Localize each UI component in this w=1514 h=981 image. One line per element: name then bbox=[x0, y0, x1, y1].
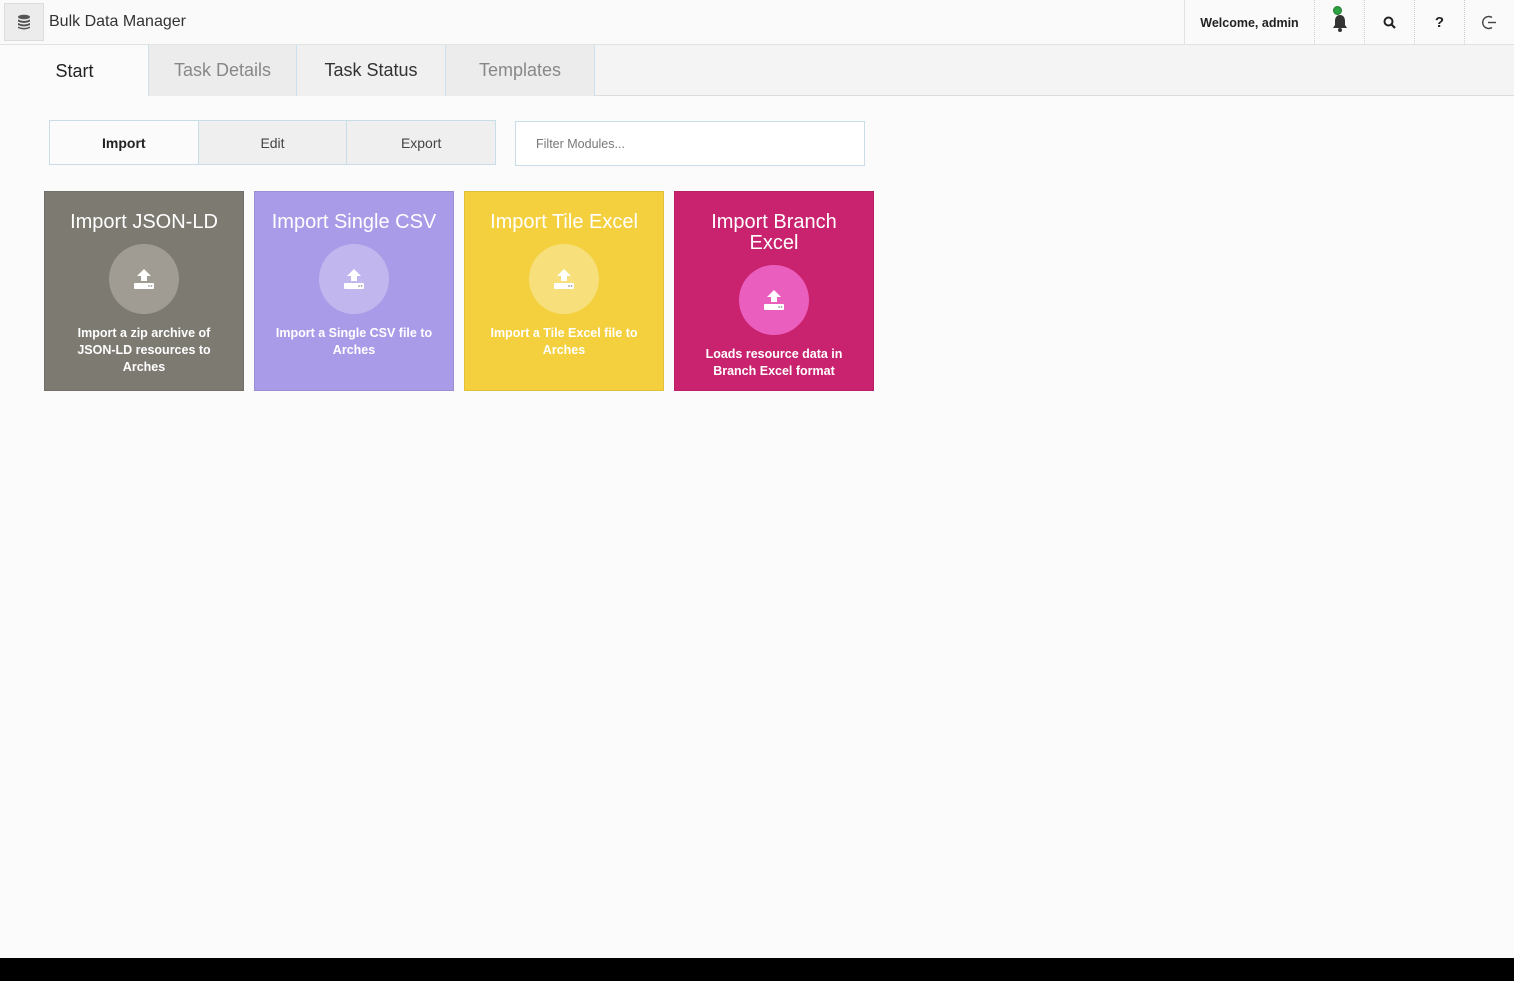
card-import-tile-excel[interactable]: Import Tile Excel Import a Tile Excel fi… bbox=[464, 191, 664, 391]
database-icon[interactable] bbox=[4, 3, 44, 41]
tab-templates-label: Templates bbox=[478, 60, 562, 80]
import-toggle-button[interactable]: Import bbox=[50, 121, 198, 164]
card-description: Loads resource data in Branch Excel form… bbox=[705, 347, 843, 378]
card-description: Import a Tile Excel file to Arches bbox=[490, 326, 638, 357]
card-title: Import Tile Excel bbox=[490, 211, 638, 233]
card-description: Import a Single CSV file to Arches bbox=[275, 326, 433, 357]
help-icon: ? bbox=[1434, 14, 1445, 31]
card-description: Import a zip archive of JSON-LD resource… bbox=[77, 326, 211, 374]
app-title: Bulk Data Manager bbox=[49, 13, 186, 30]
top-header: Bulk Data Manager Welcome, admin ? bbox=[0, 0, 1514, 45]
notifications-button[interactable] bbox=[1314, 0, 1364, 45]
tab-templates[interactable]: Templates bbox=[445, 45, 595, 96]
search-icon bbox=[1383, 16, 1396, 29]
tab-task-details[interactable]: Task Details bbox=[148, 45, 297, 96]
export-toggle-button[interactable]: Export bbox=[346, 121, 496, 164]
card-title: Import JSON-LD bbox=[70, 211, 218, 233]
upload-icon bbox=[529, 244, 599, 314]
upload-icon bbox=[319, 244, 389, 314]
upload-icon bbox=[739, 265, 809, 335]
tab-bar: Start Task Details Task Status Templates bbox=[0, 45, 1514, 97]
card-title: Import Single CSV bbox=[271, 211, 437, 233]
notification-indicator bbox=[1333, 6, 1342, 15]
tab-start[interactable]: Start bbox=[0, 45, 149, 97]
bell-icon bbox=[1332, 14, 1347, 32]
bottom-bar bbox=[0, 958, 1514, 981]
header-actions: Welcome, admin ? bbox=[1184, 0, 1514, 45]
card-import-json-ld[interactable]: Import JSON-LD Import a zip archive of J… bbox=[44, 191, 244, 391]
logout-icon bbox=[1482, 15, 1496, 30]
card-title: Import Branch Excel bbox=[711, 211, 837, 254]
logout-button[interactable] bbox=[1464, 0, 1514, 45]
search-button[interactable] bbox=[1364, 0, 1414, 45]
tab-task-details-label: Task Details bbox=[173, 60, 272, 80]
module-type-toggle: Import Edit Export bbox=[49, 120, 496, 165]
tab-start-label: Start bbox=[55, 60, 94, 81]
help-button[interactable]: ? bbox=[1414, 0, 1464, 45]
tab-task-status-label: Task Status bbox=[324, 60, 418, 80]
tab-task-status[interactable]: Task Status bbox=[296, 45, 446, 96]
edit-toggle-button[interactable]: Edit bbox=[197, 121, 347, 164]
card-import-single-csv[interactable]: Import Single CSV Import a Single CSV fi… bbox=[254, 191, 454, 391]
filter-modules-input[interactable] bbox=[515, 121, 865, 166]
card-import-branch-excel[interactable]: Import Branch Excel Loads resource data … bbox=[674, 191, 874, 391]
welcome-user[interactable]: Welcome, admin bbox=[1184, 0, 1314, 45]
upload-icon bbox=[109, 244, 179, 314]
